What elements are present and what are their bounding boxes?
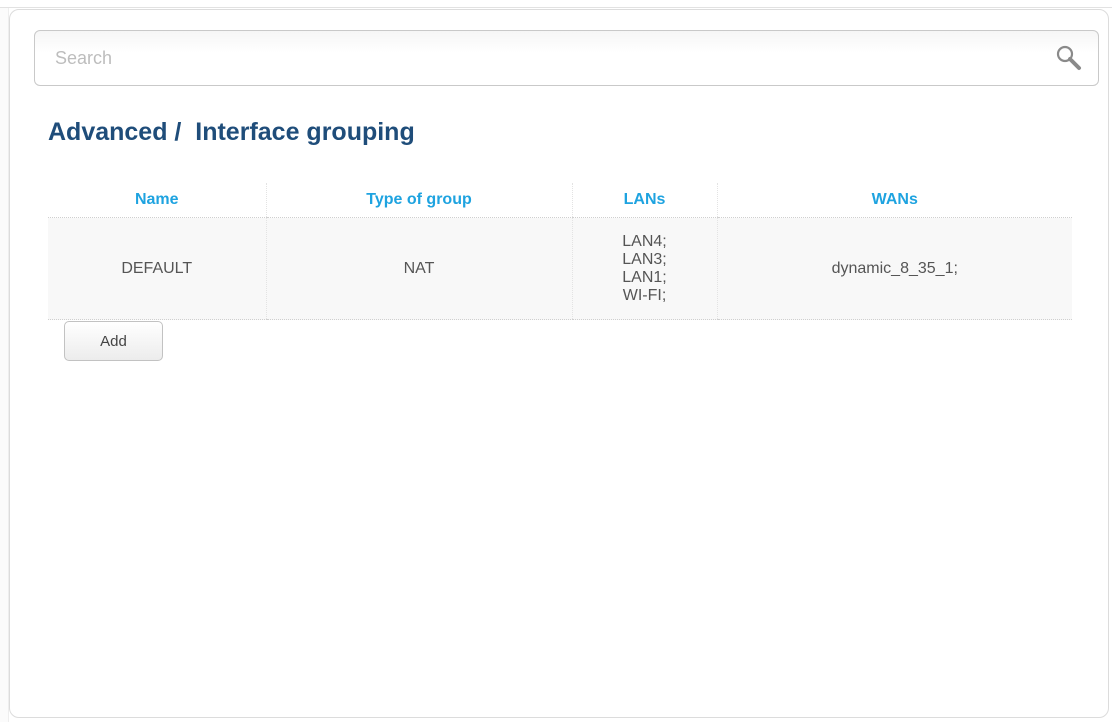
top-frame-edge bbox=[0, 0, 1112, 8]
page: Advanced / Interface grouping Name Type … bbox=[0, 0, 1112, 722]
column-header-name[interactable]: Name bbox=[48, 183, 266, 218]
lan-item: LAN4; bbox=[622, 232, 667, 250]
cell-lans: LAN4; LAN3; LAN1; WI-FI; bbox=[571, 217, 717, 320]
cell-name: DEFAULT bbox=[48, 217, 266, 320]
add-button[interactable]: Add bbox=[64, 321, 163, 361]
cell-wans: dynamic_8_35_1; bbox=[716, 217, 1072, 320]
column-header-lans[interactable]: LANs bbox=[571, 183, 717, 218]
lan-item: LAN3; bbox=[622, 250, 667, 268]
search-input[interactable] bbox=[55, 31, 1015, 85]
table-header-row: Name Type of group LANs WANs bbox=[48, 183, 1072, 218]
left-frame-edge bbox=[0, 0, 9, 722]
column-header-type-of-group[interactable]: Type of group bbox=[265, 183, 572, 218]
lan-list: LAN4; LAN3; LAN1; WI-FI; bbox=[573, 233, 717, 305]
page-title: Advanced / Interface grouping bbox=[48, 118, 415, 146]
search-icon[interactable] bbox=[1054, 43, 1084, 73]
column-header-wans[interactable]: WANs bbox=[716, 183, 1072, 218]
cell-type-of-group: NAT bbox=[265, 217, 572, 320]
lan-item: WI-FI; bbox=[622, 286, 667, 304]
interface-groups-table: Name Type of group LANs WANs DEFAULT NAT… bbox=[48, 183, 1072, 320]
table-row[interactable]: DEFAULT NAT LAN4; LAN3; LAN1; WI-FI; dyn… bbox=[48, 217, 1072, 320]
search-box bbox=[34, 30, 1099, 86]
lan-item: LAN1; bbox=[622, 268, 667, 286]
content-panel bbox=[9, 9, 1109, 718]
